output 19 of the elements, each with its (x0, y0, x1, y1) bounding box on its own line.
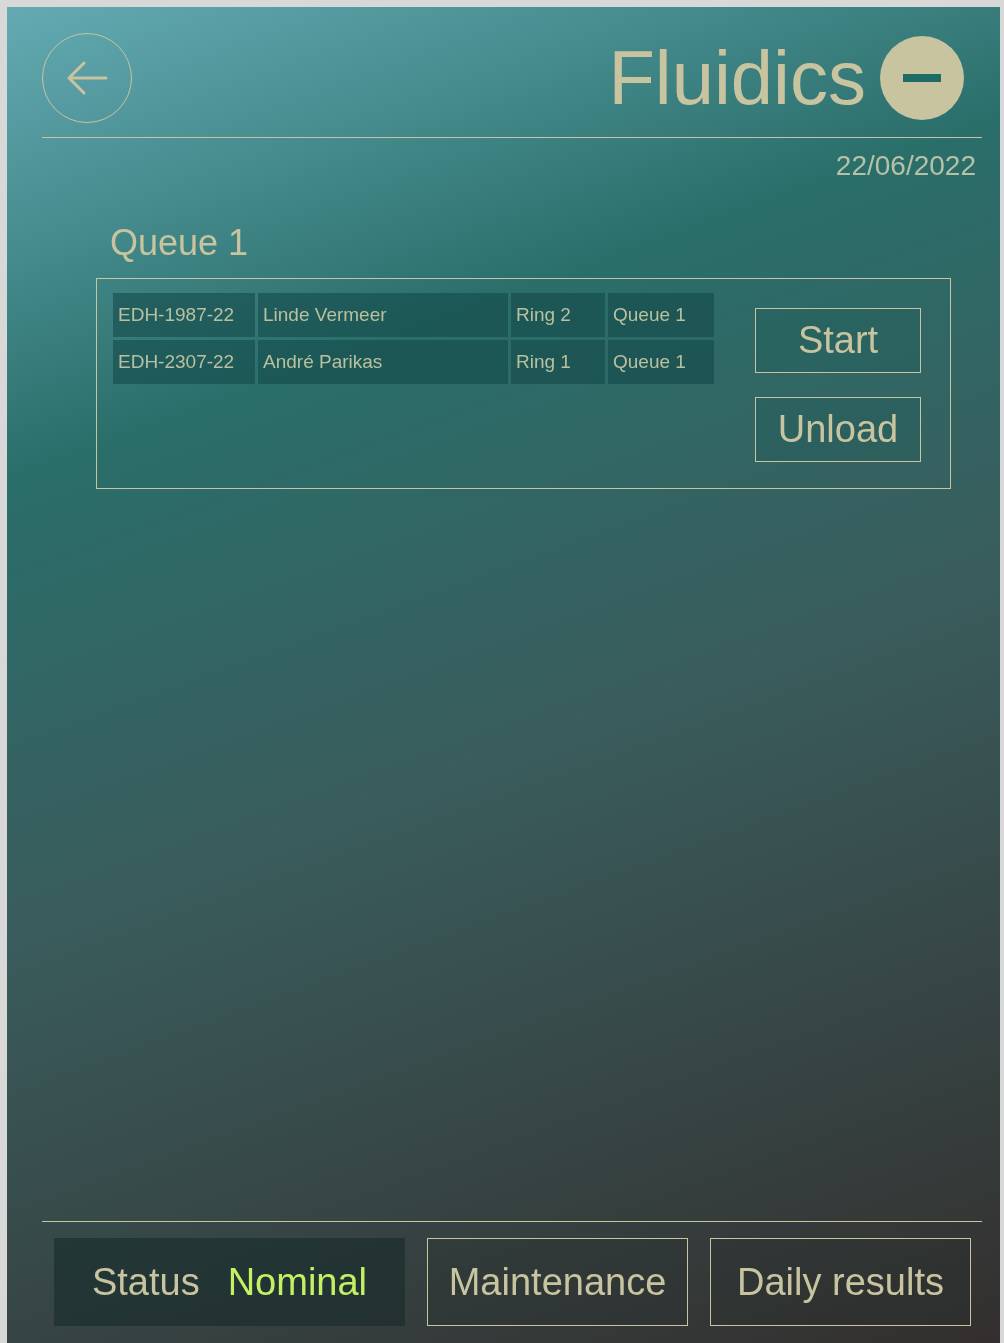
table-cell: Queue 1 (608, 293, 714, 337)
footer-button[interactable]: Maintenance (427, 1238, 688, 1326)
table-cell: Queue 1 (608, 340, 714, 384)
status-label: Status (91, 1260, 200, 1304)
back-arrow-icon (66, 61, 108, 95)
table-cell: Ring 1 (511, 340, 605, 384)
queue-button[interactable]: Start (755, 308, 921, 373)
status-value: Nominal (227, 1260, 368, 1304)
minus-icon (903, 74, 941, 82)
date-label: 22/06/2022 (835, 150, 976, 182)
table-cell: EDH-2307-22 (113, 340, 255, 384)
table-cell: Linde Vermeer (258, 293, 508, 337)
queue-title: Queue 1 (110, 222, 250, 264)
table-cell: EDH-1987-22 (113, 293, 255, 337)
table-cell: Ring 2 (511, 293, 605, 337)
table-cell: André Parikas (258, 340, 508, 384)
page-title: Fluidics (608, 40, 866, 116)
queue-button[interactable]: Unload (755, 397, 921, 462)
footer-button[interactable]: Daily results (710, 1238, 971, 1326)
